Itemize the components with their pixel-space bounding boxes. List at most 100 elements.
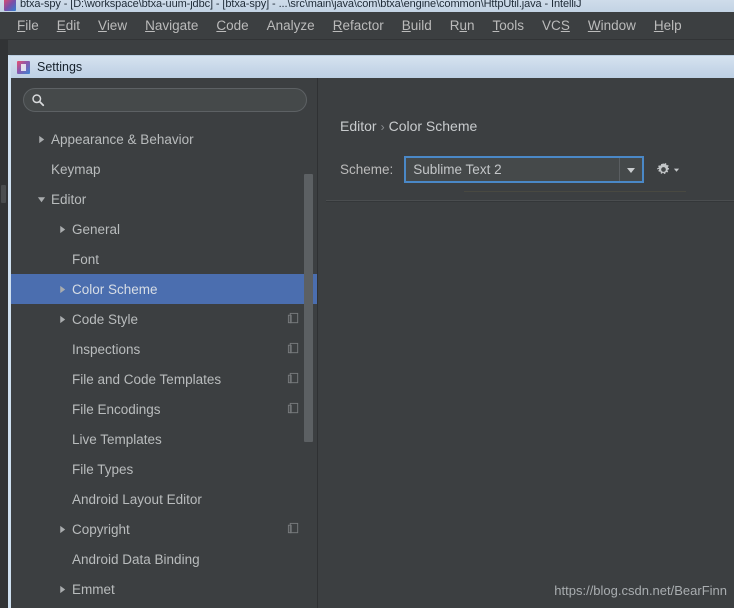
menu-mnemonic: S [560, 18, 570, 33]
tree-item-color-scheme[interactable]: Color Scheme [11, 274, 317, 304]
menu-mnemonic: V [98, 18, 107, 33]
tree-item-editor[interactable]: Editor [11, 184, 317, 214]
project-scope-icon [287, 312, 299, 324]
menu-mnemonic: N [145, 18, 155, 33]
content-separator-accent [464, 191, 686, 192]
content-separator [326, 200, 734, 202]
breadcrumb-separator-icon: › [380, 120, 385, 134]
tree-arrow-spacer [54, 341, 70, 357]
settings-window-screenshot: btxa-spy - [D:\workspace\btxa-uum-jdbc] … [0, 0, 734, 608]
toolwindow-handle[interactable] [1, 185, 6, 203]
search-input[interactable] [23, 88, 307, 112]
tree-item-keymap[interactable]: Keymap [11, 154, 317, 184]
ide-window-title: btxa-spy - [D:\workspace\btxa-uum-jdbc] … [20, 0, 582, 10]
tree-item-label: Android Data Binding [72, 551, 200, 567]
project-scope-icon [287, 372, 299, 384]
tree-item-appearance-behavior[interactable]: Appearance & Behavior [11, 124, 317, 154]
tree-scrollbar-thumb[interactable] [304, 174, 313, 442]
menu-mnemonic: W [587, 18, 601, 33]
tree-item-general[interactable]: General [11, 214, 317, 244]
project-scope-icon [287, 402, 300, 415]
menubar: File Edit View Navigate Code Analyze Refactor B… [0, 12, 734, 40]
tree-arrow-spacer [54, 431, 70, 447]
breadcrumb: Editor › Color Scheme [340, 118, 477, 134]
tree-scrollbar-track[interactable] [304, 124, 315, 608]
chevron-right-icon[interactable] [54, 581, 70, 597]
menu-item-vcs[interactable]: VCS [533, 16, 579, 35]
menu-item-tools[interactable]: Tools [484, 16, 534, 35]
project-scope-icon [287, 342, 299, 354]
breadcrumb-current: Color Scheme [388, 118, 478, 134]
project-scope-icon [287, 342, 300, 355]
tree-arrow-spacer [54, 551, 70, 567]
tree-item-file-types[interactable]: File Types [11, 454, 317, 484]
menu-item-code[interactable]: Code [207, 16, 257, 35]
chevron-down-icon[interactable] [33, 191, 49, 207]
tree-item-copyright[interactable]: Copyright [11, 514, 317, 544]
menu-mnemonic: T [492, 18, 500, 33]
menu-item-run[interactable]: Run [441, 16, 484, 35]
tree-item-emmet[interactable]: Emmet [11, 574, 317, 604]
menu-mnemonic: B [401, 18, 411, 33]
menu-item-analyze[interactable]: Analyze [258, 16, 324, 35]
tree-item-label: Live Templates [72, 431, 162, 447]
tree-item-label: Color Scheme [72, 281, 158, 297]
gear-icon [657, 162, 670, 174]
menu-item-edit[interactable]: Edit [48, 16, 89, 35]
scheme-combobox-arrow[interactable] [619, 158, 642, 181]
chevron-right-icon[interactable] [33, 131, 49, 147]
tree-item-label: Inspections [72, 341, 141, 357]
tree-item-code-style[interactable]: Code Style [11, 304, 317, 334]
ide-left-toolwindow-strip [0, 40, 8, 608]
tree-arrow-spacer [54, 251, 70, 267]
menu-mnemonic: R [332, 18, 343, 33]
project-scope-icon [287, 372, 300, 385]
project-scope-icon [287, 312, 300, 325]
chevron-right-icon[interactable] [54, 221, 70, 237]
breadcrumb-parent[interactable]: Editor [340, 118, 377, 134]
menu-mnemonic: H [653, 18, 664, 33]
settings-dialog-titlebar: Settings [11, 56, 734, 78]
menu-item-navigate[interactable]: Navigate [136, 16, 207, 35]
tree-item-label: File Types [72, 461, 134, 477]
menu-item-view[interactable]: View [89, 16, 136, 35]
tree-item-label: Copyright [72, 521, 130, 537]
scheme-combobox[interactable]: Sublime Text 2 [404, 156, 645, 183]
chevron-right-icon[interactable] [54, 311, 70, 327]
tree-arrow-spacer [54, 401, 70, 417]
project-scope-icon [287, 522, 299, 534]
menu-item-build[interactable]: Build [393, 16, 441, 35]
tree-item-live-templates[interactable]: Live Templates [11, 424, 317, 454]
menu-mnemonic: u [459, 18, 468, 33]
tree-item-file-encodings[interactable]: File Encodings [11, 394, 317, 424]
tree-item-label: File Encodings [72, 401, 161, 417]
menu-item-help[interactable]: Help [645, 16, 691, 35]
tree-item-file-and-code-templates[interactable]: File and Code Templates [11, 364, 317, 394]
tree-item-inspections[interactable]: Inspections [11, 334, 317, 364]
tree-arrow-spacer [54, 461, 70, 477]
chevron-down-icon [627, 167, 636, 173]
menu-item-window[interactable]: Window [579, 16, 645, 35]
tree-arrow-spacer [54, 491, 70, 507]
tree-item-label: Android Layout Editor [72, 491, 202, 507]
tree-item-label: Code Style [72, 311, 139, 327]
watermark: https://blog.csdn.net/BearFinn [554, 583, 727, 598]
search-field-wrapper [23, 88, 307, 112]
settings-tree-pane: Appearance & Behavior Keymap Editor General… [11, 78, 318, 608]
tree-item-label: Font [72, 251, 100, 267]
menu-item-refactor[interactable]: Refactor [324, 16, 393, 35]
chevron-right-icon[interactable] [54, 281, 70, 297]
project-scope-icon [287, 522, 300, 535]
tree-item-label: Keymap [51, 161, 101, 177]
tree-item-android-data-binding[interactable]: Android Data Binding [11, 544, 317, 574]
tree-item-android-layout-editor[interactable]: Android Layout Editor [11, 484, 317, 514]
settings-tree: Appearance & Behavior Keymap Editor General… [11, 124, 317, 608]
scheme-settings-button[interactable] [656, 162, 680, 177]
menu-item-file[interactable]: File [8, 16, 48, 35]
tree-item-font[interactable]: Font [11, 244, 317, 274]
chevron-right-icon[interactable] [54, 521, 70, 537]
tree-item-label: Editor [51, 191, 87, 207]
settings-dialog-body: Appearance & Behavior Keymap Editor General… [11, 78, 734, 608]
settings-detail-pane: Editor › Color Scheme Scheme: Sublime Text… [318, 78, 734, 608]
tree-arrow-spacer [33, 161, 49, 177]
